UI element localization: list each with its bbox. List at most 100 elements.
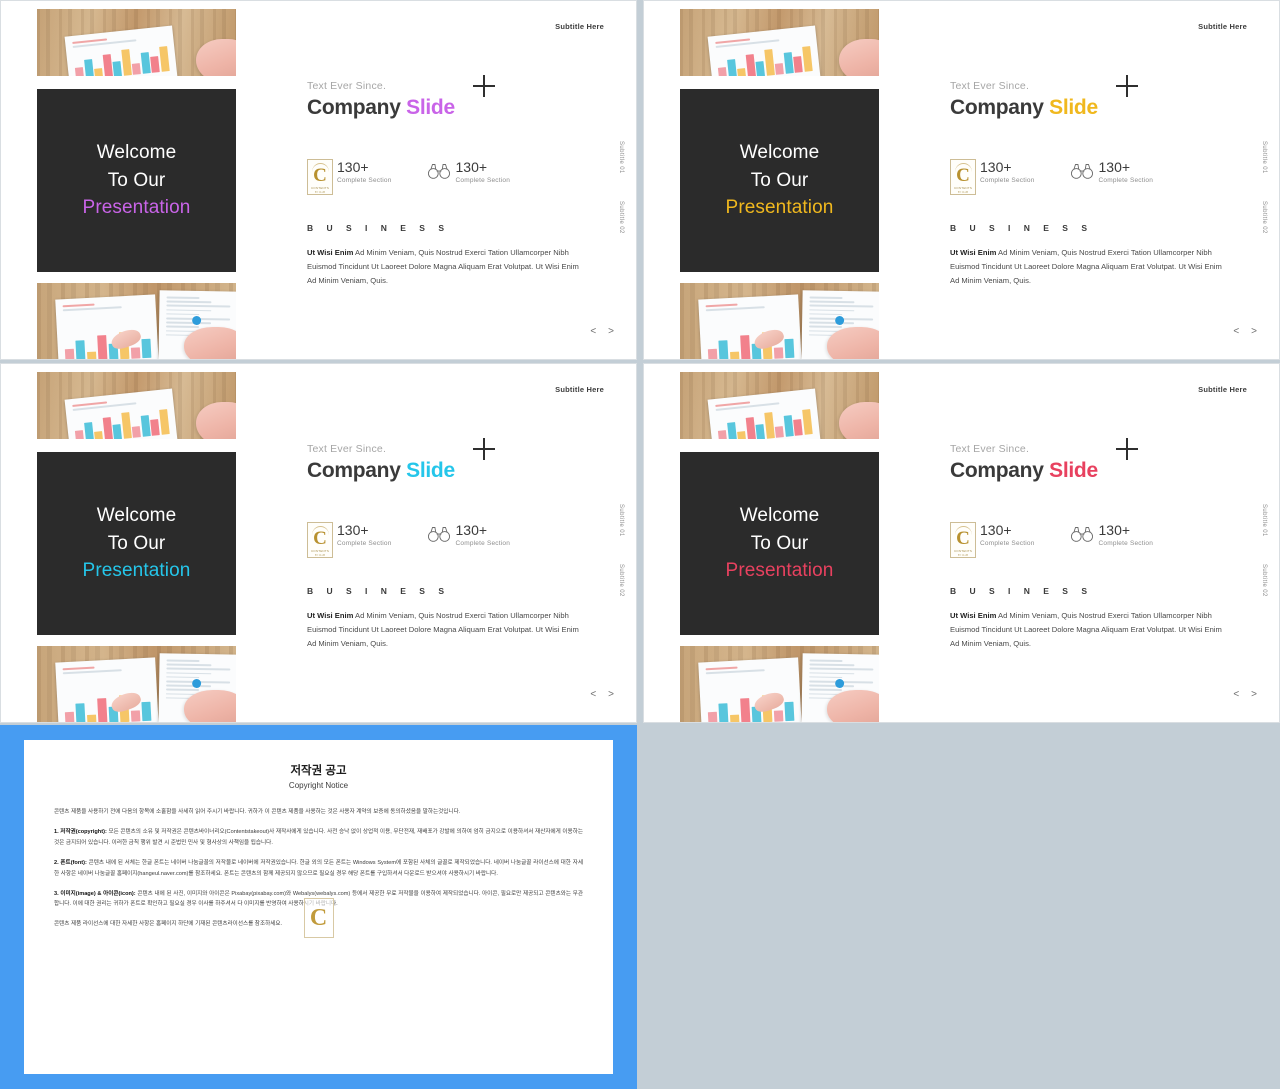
hand-photo — [827, 690, 879, 722]
stat-text: 130+ Complete Section — [337, 159, 392, 184]
vertical-label-1: Subtitle 01 — [618, 141, 624, 174]
binoculars-icon — [1070, 527, 1093, 542]
stat-value: 130+ — [1098, 522, 1131, 538]
subtitle-here-label: Subtitle Here — [555, 22, 604, 31]
stat-item-1: C CONTENTS BY CLUB 130+ Complete Section — [950, 159, 1035, 195]
logo-sublabel: BY CLUB — [957, 553, 969, 557]
welcome-line-1: Welcome — [96, 505, 177, 527]
paper-header-lines — [705, 301, 790, 314]
headline-accent: Slide — [1049, 96, 1098, 119]
headline-main: Company — [950, 459, 1044, 482]
vertical-label-2: Subtitle 02 — [1261, 564, 1267, 597]
body-paragraph: Ut Wisi Enim Ad Minim Veniam, Quis Nostr… — [950, 609, 1222, 651]
stat-item-2: 130+ Complete Section — [1069, 159, 1154, 195]
nav-prev-button[interactable]: < — [590, 689, 596, 700]
welcome-line-2: To Our — [750, 169, 809, 191]
slide-4[interactable]: Welcome To Our Presentation Subtitle Her… — [643, 363, 1280, 723]
nav-next-button[interactable]: > — [608, 326, 614, 337]
welcome-line-2: To Our — [107, 169, 166, 191]
stat-value: 130+ — [980, 522, 1012, 538]
contents-logo-icon: C CONTENTS BY CLUB — [307, 159, 333, 195]
plus-icon — [1116, 75, 1138, 97]
stat-item-1: C CONTENTS BY CLUB 130+ Complete Section — [950, 522, 1035, 558]
eyebrow-text: Text Ever Since. — [307, 443, 387, 455]
binoculars-icon — [427, 164, 450, 179]
photo-bottom-desk-documents — [37, 283, 236, 359]
welcome-panel: Welcome To Our Presentation — [680, 452, 879, 635]
nav-prev-button[interactable]: < — [1233, 326, 1239, 337]
logo-label: CONTENTS — [953, 186, 973, 190]
slide-content: Subtitle Here Text Ever Since. Company S… — [944, 364, 1279, 722]
body-bold-lead: Ut Wisi Enim — [307, 248, 354, 257]
vertical-label-2: Subtitle 02 — [618, 201, 624, 234]
slide-grid: Welcome To Our Presentation Subtitle Her… — [0, 0, 1280, 723]
logo-sublabel: BY CLUB — [314, 553, 326, 557]
stat-text: 130+ Complete Section — [456, 159, 511, 184]
nav-prev-button[interactable]: < — [590, 326, 596, 337]
copyright-section-2: 2. 폰트(font): 콘텐츠 내에 된 서체는 한글 폰트는 네이버 나눔글… — [54, 858, 583, 880]
stats-row: C CONTENTS BY CLUB 130+ Complete Section — [950, 522, 1153, 558]
nav-prev-button[interactable]: < — [1233, 689, 1239, 700]
nav-next-button[interactable]: > — [1251, 689, 1257, 700]
headline-accent: Slide — [406, 459, 455, 482]
stats-row: C CONTENTS BY CLUB 130+ Complete Section — [307, 159, 510, 195]
subtitle-here-label: Subtitle Here — [1198, 385, 1247, 394]
chart-paper — [698, 294, 802, 359]
copyright-title: 저작권 공고 — [290, 765, 347, 777]
paper-header-lines — [705, 664, 790, 677]
stat-label: Complete Section — [455, 540, 511, 548]
vertical-label-1: Subtitle 01 — [618, 504, 624, 537]
slide-content: Subtitle Here Text Ever Since. Company S… — [301, 364, 636, 722]
slide-navigation: < > — [590, 326, 614, 337]
body-paragraph: Ut Wisi Enim Ad Minim Veniam, Quis Nostr… — [307, 246, 579, 288]
welcome-panel: Welcome To Our Presentation — [680, 89, 879, 272]
copyright-sheet: 저작권 공고 Copyright Notice 콘텐츠 제품을 사용하기 전에 … — [24, 740, 613, 1074]
stat-value: 130+ — [455, 159, 488, 175]
stat-value: 130+ — [455, 522, 488, 538]
headline: Company Slide — [307, 96, 455, 120]
section-label: B U S I N E S S — [950, 223, 1093, 233]
stat-text: 130+ Complete Section — [456, 522, 511, 547]
welcome-panel: Welcome To Our Presentation — [37, 89, 236, 272]
photo-bottom-desk-documents — [680, 646, 879, 722]
headline-main: Company — [307, 96, 401, 119]
welcome-line-1: Welcome — [739, 505, 820, 527]
headline: Company Slide — [307, 459, 455, 483]
logo-label: CONTENTS — [310, 186, 330, 190]
slide-3[interactable]: Welcome To Our Presentation Subtitle Her… — [0, 363, 637, 723]
chart-paper — [55, 294, 159, 359]
vertical-label-1: Subtitle 01 — [1261, 504, 1267, 537]
hand-photo — [184, 327, 236, 359]
stat-value: 130+ — [980, 159, 1012, 175]
body-bold-lead: Ut Wisi Enim — [950, 611, 997, 620]
photo-top-desk-chart — [680, 9, 879, 76]
eyebrow-text: Text Ever Since. — [950, 443, 1030, 455]
stat-value: 130+ — [1098, 159, 1131, 175]
welcome-line-2: To Our — [750, 532, 809, 554]
section-label: B U S I N E S S — [307, 586, 450, 596]
body-bold-lead: Ut Wisi Enim — [950, 248, 997, 257]
nav-next-button[interactable]: > — [1251, 326, 1257, 337]
watermark-letter: C — [309, 905, 328, 931]
nav-next-button[interactable]: > — [608, 689, 614, 700]
photo-top-desk-chart — [37, 9, 236, 76]
headline-accent: Slide — [406, 96, 455, 119]
body-bold-lead: Ut Wisi Enim — [307, 611, 354, 620]
slide-navigation: < > — [1233, 326, 1257, 337]
copyright-section-2-head: 2. 폰트(font): — [54, 859, 87, 866]
stat-label: Complete Section — [1098, 177, 1154, 185]
contents-logo-icon: C CONTENTS BY CLUB — [307, 522, 333, 558]
copyright-intro: 콘텐츠 제품을 사용하기 전에 다음의 항목에 소홀함을 사세히 읽어 주시기 … — [54, 809, 461, 815]
vertical-label-2: Subtitle 02 — [618, 564, 624, 597]
photo-top-desk-chart — [37, 372, 236, 439]
chart-paper — [698, 657, 802, 722]
binoculars-icon — [427, 527, 450, 542]
paper-header-lines — [62, 664, 147, 677]
slide-2[interactable]: Welcome To Our Presentation Subtitle Her… — [643, 0, 1280, 360]
copyright-watermark-logo: C — [303, 898, 334, 938]
contents-logo-icon: C CONTENTS BY CLUB — [950, 522, 976, 558]
stat-item-2: 130+ Complete Section — [426, 159, 511, 195]
slide-1[interactable]: Welcome To Our Presentation Subtitle Her… — [0, 0, 637, 360]
stat-label: Complete Section — [980, 540, 1035, 548]
hand-photo — [184, 690, 236, 722]
